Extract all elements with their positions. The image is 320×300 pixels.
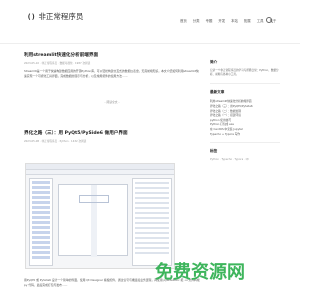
nav-item[interactable]: 本站 bbox=[231, 18, 238, 23]
divider bbox=[210, 83, 280, 85]
nav-item[interactable]: 分类 bbox=[193, 18, 200, 23]
sidebar-about-title: 简介 bbox=[210, 60, 218, 64]
post-excerpt: Streamlit是一个用于快速构建数据应用的开源Python库，可以轻松构建交… bbox=[24, 69, 199, 78]
recent-posts-list: 利用streamlit快速化分析前端界面 界化之路（三）：用PyQt5/PySi… bbox=[210, 99, 280, 136]
post-meta: 2023-05-10 · 非正常程序员 · 数据可视化 · 1987 次阅读 bbox=[24, 62, 91, 65]
nav-item[interactable]: 开发 bbox=[218, 18, 225, 23]
search-icon[interactable] bbox=[264, 16, 278, 24]
sidebar-recent-title: 最新文章 bbox=[210, 90, 225, 95]
screenshot-widget-panel bbox=[29, 178, 53, 266]
post-title[interactable]: 利用streamlit快速化分析前端界面 bbox=[24, 52, 200, 58]
screenshot-property-panel bbox=[132, 178, 172, 266]
main-nav: 首页 分类 专题 开发 本站 拓展 工具 关于 bbox=[180, 18, 276, 23]
logo-mark: () bbox=[27, 12, 36, 21]
post-screenshot bbox=[25, 163, 175, 269]
sidebar: 简介 记录一个非正常程序员的学习与折腾日常：Python、数据分析、前端与各种小… bbox=[210, 60, 280, 161]
nav-item[interactable]: 拓展 bbox=[244, 18, 251, 23]
sidebar-tags-title: 标签 bbox=[210, 149, 218, 154]
site-logo[interactable]: () 非正常程序员 bbox=[27, 11, 83, 22]
site-header: () 非正常程序员 首页 分类 专题 开发 本站 拓展 工具 关于 bbox=[0, 0, 300, 44]
nav-item[interactable]: 专题 bbox=[206, 18, 213, 23]
screenshot-toolbar bbox=[26, 170, 174, 175]
site-title: 非正常程序员 bbox=[38, 12, 84, 21]
screenshot-form-canvas bbox=[58, 184, 128, 257]
post-card: 利用streamlit快速化分析前端界面 2023-05-10 · 非正常程序员… bbox=[24, 52, 200, 104]
tag-cloud[interactable]: Python · Typecho · Typora · Qt bbox=[210, 158, 280, 161]
recent-post-link[interactable]: Typecho + Typora 写作 bbox=[210, 132, 280, 137]
nav-item[interactable]: 首页 bbox=[180, 18, 187, 23]
post-card: 界化之路（三）：用 PyQt5/PySide6 做用户界面 2023-05-08… bbox=[24, 130, 200, 143]
sidebar-about-text: 记录一个非正常程序员的学习与折腾日常：Python、数据分析、前端与各种小工具。 bbox=[210, 69, 279, 77]
read-more-link[interactable]: - 阅读全文 - bbox=[24, 100, 200, 104]
post-title[interactable]: 界化之路（三）：用 PyQt5/PySide6 做用户界面 bbox=[24, 130, 200, 136]
nav-item[interactable]: 工具 bbox=[257, 18, 264, 23]
watermark-text: 免费资源网 bbox=[155, 262, 245, 283]
post-meta: 2023-05-08 · 非正常程序员 · Python · 1432 次阅读 bbox=[24, 140, 87, 143]
divider bbox=[210, 142, 280, 144]
